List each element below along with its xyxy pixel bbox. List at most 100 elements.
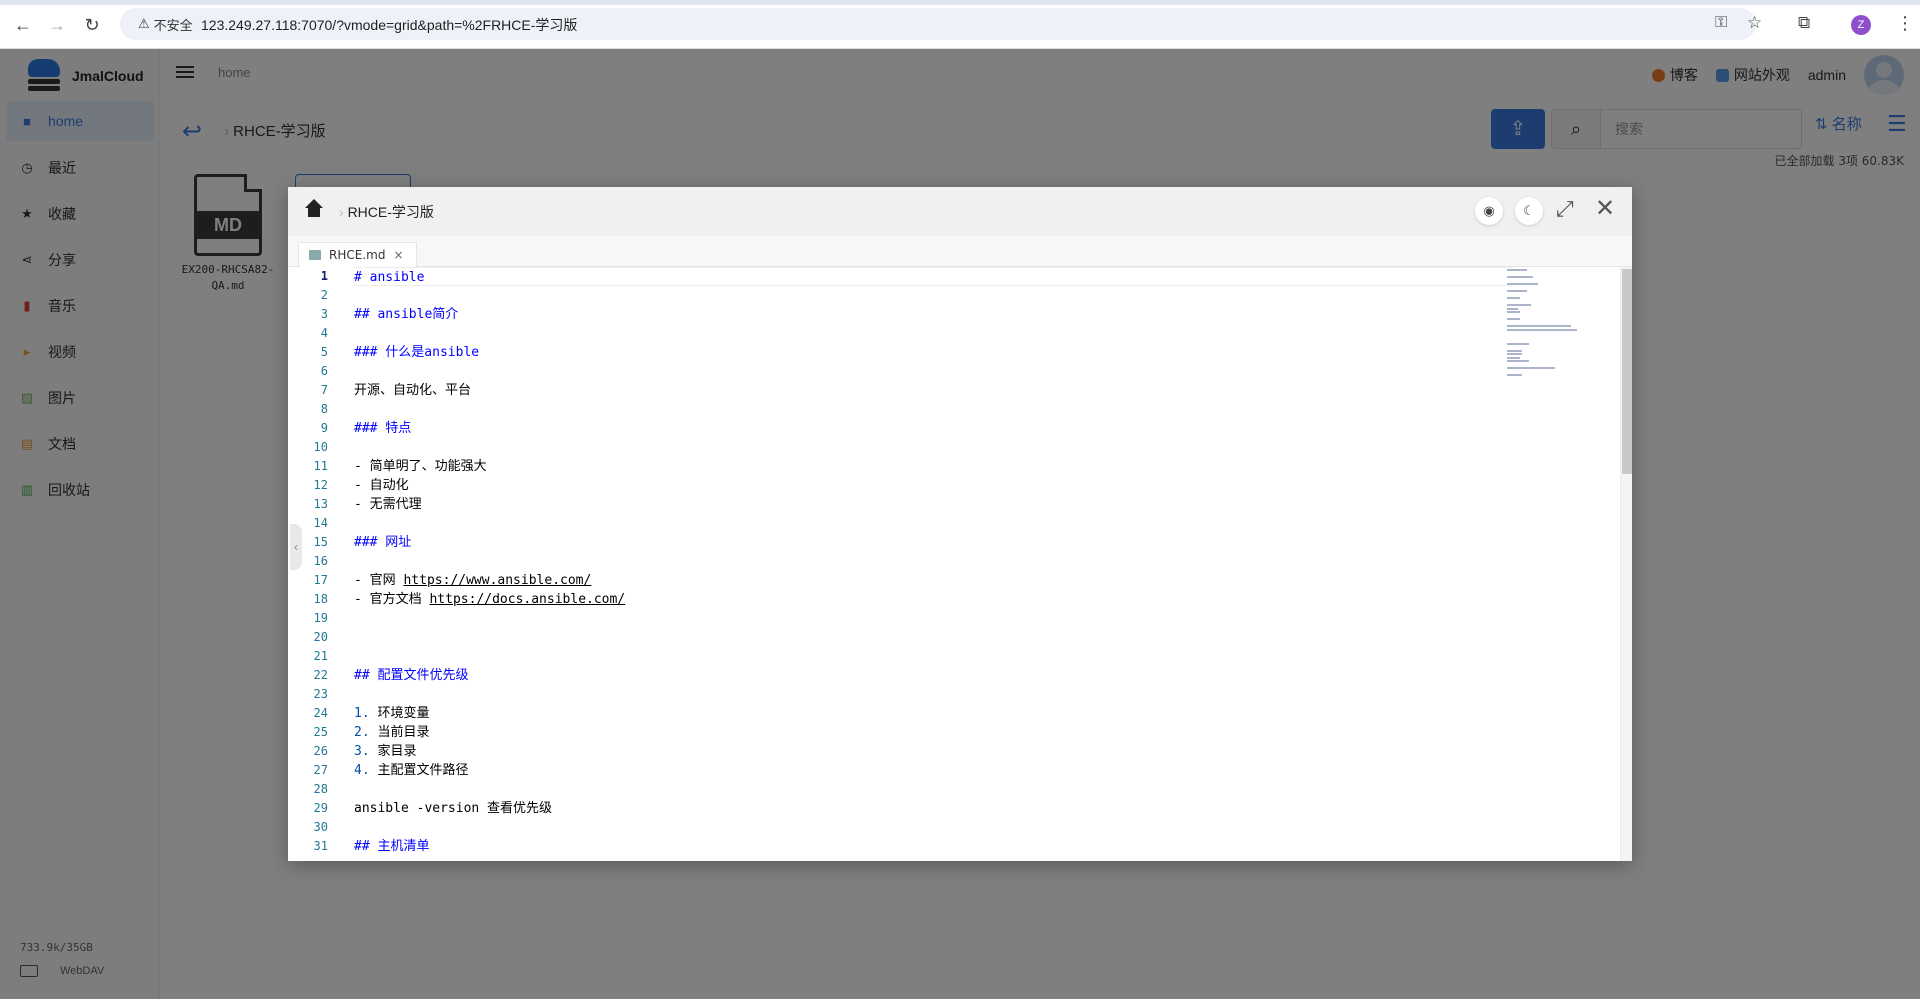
minimap-line	[1507, 290, 1527, 292]
line-number: 22	[313, 668, 328, 682]
code-line[interactable]: - 官网 https://www.ansible.com/	[354, 571, 1554, 590]
line-number: 5	[320, 345, 328, 359]
forward-icon[interactable]: →	[45, 13, 69, 37]
url-text[interactable]: 123.249.27.118:7070/?vmode=grid&path=%2F…	[201, 15, 577, 35]
code-line[interactable]: 3. 家目录	[354, 742, 1554, 761]
line-number: 24	[313, 706, 328, 720]
code-line[interactable]: ### 网址	[354, 533, 1554, 552]
file-tab-icon	[309, 250, 321, 260]
editor-tab-strip: RHCE.md ×	[288, 236, 1632, 267]
dialog-header: › RHCE-学习版 ◉ ☾ ⤢ ✕	[288, 187, 1632, 236]
list-number: 2.	[354, 725, 370, 740]
line-number: 6	[320, 364, 328, 378]
line-number: 20	[313, 630, 328, 644]
code-line[interactable]	[354, 362, 1554, 381]
list-number: 1.	[354, 706, 370, 721]
code-line[interactable]	[354, 780, 1554, 799]
tab-strip-edge	[0, 0, 1920, 5]
minimap[interactable]	[1505, 267, 1615, 387]
scrollbar-thumb[interactable]	[1622, 269, 1632, 474]
code-line[interactable]	[354, 818, 1554, 837]
code-link[interactable]: https://www.ansible.com/	[403, 573, 591, 588]
warning-icon: ⚠	[138, 16, 150, 31]
security-label: 不安全	[153, 17, 193, 33]
code-line[interactable]: ## 配置文件优先级	[354, 666, 1554, 685]
line-number: 4	[320, 326, 328, 340]
star-icon[interactable]: ☆	[1747, 13, 1762, 33]
line-number: 13	[313, 497, 328, 511]
dark-mode-moon-icon[interactable]: ☾	[1515, 197, 1543, 225]
home-icon[interactable]	[304, 199, 324, 219]
code-line[interactable]	[354, 647, 1554, 666]
code-editor[interactable]: 1 2 3 4 5 6 7 8 9 10 11 12 13 14 15 16 17 18 19 20 21 22 23 24 2…	[288, 267, 1632, 861]
minimap-line	[1507, 304, 1532, 306]
close-icon[interactable]: ✕	[1595, 194, 1615, 223]
code-line[interactable]	[354, 286, 1554, 305]
collapse-handle-icon[interactable]: ‹	[290, 524, 302, 570]
code-line[interactable]: - 官方文档 https://docs.ansible.com/	[354, 590, 1554, 609]
editor-tab[interactable]: RHCE.md ×	[298, 242, 417, 267]
code-link[interactable]: https://docs.ansible.com/	[429, 592, 625, 607]
fullscreen-icon[interactable]: ⤢	[1556, 196, 1574, 222]
line-number: 27	[313, 763, 328, 777]
dialog-breadcrumb[interactable]: › RHCE-学习版	[339, 202, 434, 222]
line-number: 1	[320, 269, 328, 283]
code-line[interactable]	[354, 400, 1554, 419]
line-number: 18	[313, 592, 328, 606]
code-line[interactable]	[354, 552, 1554, 571]
extensions-icon[interactable]: ⧉	[1798, 13, 1810, 33]
reload-icon[interactable]: ↻	[80, 13, 104, 37]
code-line[interactable]: 开源、自动化、平台	[354, 381, 1554, 400]
preview-eye-icon[interactable]: ◉	[1475, 197, 1503, 225]
code-line[interactable]: 1. 环境变量	[354, 704, 1554, 723]
dialog-breadcrumb-label: RHCE-学习版	[347, 204, 434, 220]
code-line[interactable]	[354, 324, 1554, 343]
code-line[interactable]: - 自动化	[354, 476, 1554, 495]
code-line[interactable]: ### 特点	[354, 419, 1554, 438]
code-line[interactable]	[354, 609, 1554, 628]
code-line[interactable]: ansible -version 查看优先级	[354, 799, 1554, 818]
code-content[interactable]: # ansible ## ansible简介 ### 什么是ansible 开源、自动…	[354, 267, 1554, 856]
vertical-scrollbar[interactable]	[1620, 267, 1632, 861]
minimap-line	[1507, 318, 1521, 320]
minimap-line	[1507, 269, 1527, 271]
minimap-line	[1507, 325, 1571, 327]
code-line[interactable]: - 无需代理	[354, 495, 1554, 514]
browser-menu-icon[interactable]: ⋮	[1896, 13, 1914, 34]
code-line[interactable]: # ansible	[354, 267, 1514, 286]
line-number: 29	[313, 801, 328, 815]
code-line[interactable]	[354, 685, 1554, 704]
code-line[interactable]: - 简单明了、功能强大	[354, 457, 1554, 476]
back-icon[interactable]: ←	[11, 13, 35, 37]
line-number: 8	[320, 402, 328, 416]
tab-close-icon[interactable]: ×	[393, 248, 403, 262]
list-number: 4.	[354, 763, 370, 778]
code-line[interactable]: ### 什么是ansible	[354, 343, 1554, 362]
code-line[interactable]: ## ansible简介	[354, 305, 1554, 324]
line-number: 26	[313, 744, 328, 758]
browser-chrome: ← → ↻ ⚠ 不安全 123.249.27.118:7070/?vmode=g…	[0, 0, 1920, 49]
minimap-line	[1507, 353, 1523, 355]
code-line[interactable]	[354, 438, 1554, 457]
editor-tab-label: RHCE.md	[329, 248, 386, 262]
profile-avatar[interactable]: Z	[1851, 15, 1871, 35]
line-number: 3	[320, 307, 328, 321]
key-icon[interactable]: ⚿	[1715, 14, 1727, 32]
minimap-line	[1507, 328, 1578, 331]
minimap-line	[1507, 311, 1521, 313]
minimap-line	[1507, 374, 1523, 376]
code-line[interactable]	[354, 514, 1554, 533]
code-line[interactable]	[354, 628, 1554, 647]
code-line[interactable]: 4. 主配置文件路径	[354, 761, 1554, 780]
line-number: 11	[313, 459, 328, 473]
address-bar[interactable]: ⚠ 不安全 123.249.27.118:7070/?vmode=grid&pa…	[120, 8, 1762, 40]
security-chip[interactable]: ⚠ 不安全	[130, 13, 201, 35]
minimap-line	[1507, 307, 1518, 310]
code-line[interactable]: ## 主机清单	[354, 837, 1554, 856]
chevron-right-icon: ›	[339, 204, 348, 220]
code-line[interactable]: 2. 当前目录	[354, 723, 1554, 742]
line-number: 2	[320, 288, 328, 302]
line-number: 17	[313, 573, 328, 587]
line-number: 23	[313, 687, 328, 701]
minimap-line	[1507, 342, 1529, 345]
